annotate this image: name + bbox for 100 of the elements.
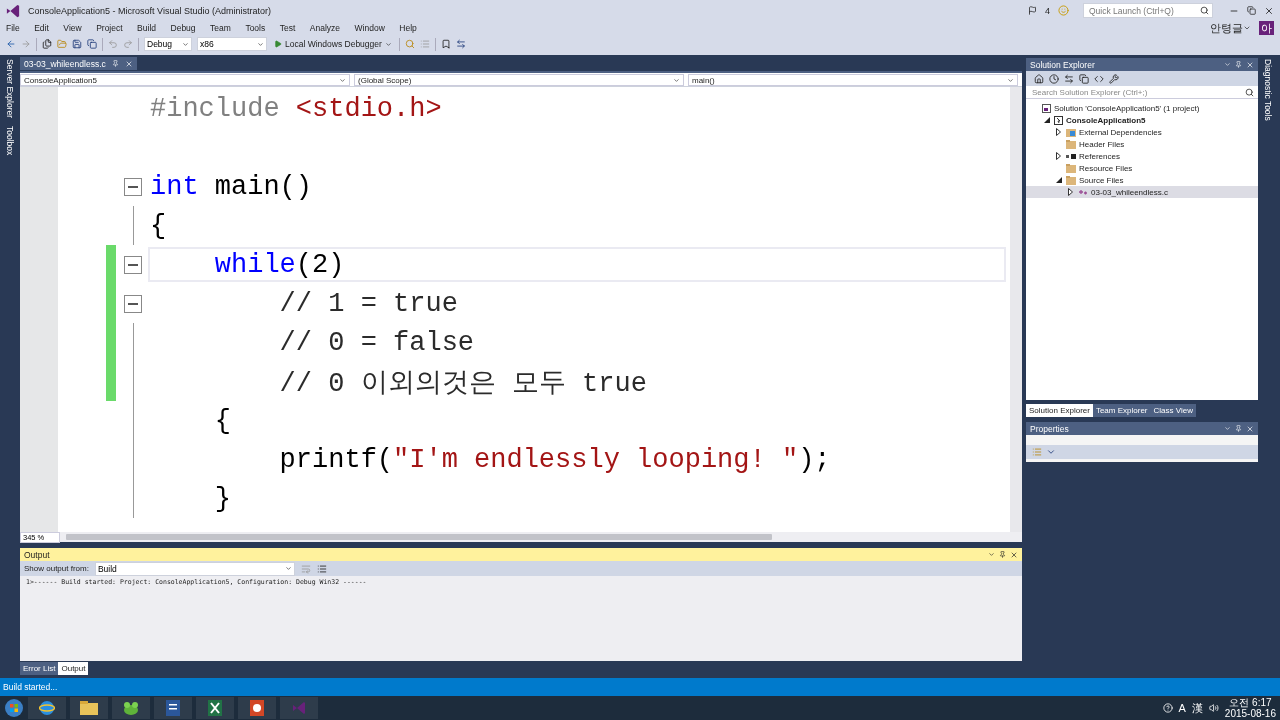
close-icon[interactable] — [1246, 424, 1254, 433]
save-all-icon[interactable] — [87, 39, 97, 49]
tree-item[interactable]: Header Files — [1026, 138, 1258, 150]
flag-icon[interactable] — [1028, 6, 1037, 15]
collapsed-arrow-icon[interactable] — [1056, 128, 1061, 136]
collapse-icon[interactable] — [124, 177, 142, 196]
taskbar-button[interactable] — [28, 697, 66, 719]
menu-item[interactable]: Help — [399, 23, 417, 33]
menu-item[interactable]: Window — [354, 23, 385, 33]
caret-icon[interactable] — [1224, 425, 1231, 432]
tree-item[interactable]: References — [1026, 150, 1258, 162]
user-name[interactable]: 안텽글 — [1210, 20, 1243, 36]
close-icon[interactable] — [124, 59, 133, 68]
search-icon[interactable] — [1245, 87, 1254, 97]
save-icon[interactable] — [72, 39, 82, 49]
menu-item[interactable]: Tools — [245, 23, 266, 33]
start-debugger-button[interactable]: Local Windows Debugger — [272, 39, 394, 49]
member-dropdown[interactable]: main() — [688, 74, 1018, 86]
notification-count[interactable]: 4 — [1045, 5, 1050, 16]
scrollbar[interactable] — [66, 534, 772, 540]
menu-item[interactable]: Test — [279, 23, 296, 33]
taskbar-button[interactable] — [70, 697, 108, 719]
caret-icon[interactable] — [384, 40, 392, 48]
start-orb-icon[interactable] — [4, 698, 24, 718]
home-icon[interactable] — [1034, 73, 1044, 84]
menu-item[interactable]: Analyze — [309, 23, 341, 33]
tree-item[interactable]: Source Files — [1026, 174, 1258, 186]
close-icon[interactable] — [1010, 550, 1018, 559]
menu-item[interactable]: Project — [96, 23, 123, 33]
ime-indicator[interactable]: A — [1178, 702, 1186, 714]
menu-item[interactable]: File — [6, 23, 20, 33]
volume-icon[interactable] — [1208, 703, 1219, 713]
copy-icon[interactable] — [1079, 73, 1089, 84]
wrench-icon[interactable] — [1109, 73, 1119, 84]
collapsed-arrow-icon[interactable] — [1056, 152, 1061, 160]
caret-icon[interactable] — [1224, 61, 1231, 68]
menu-item[interactable]: Build — [137, 23, 156, 33]
new-file-icon[interactable] — [42, 39, 52, 49]
taskbar-button[interactable] — [154, 697, 192, 719]
back-icon[interactable] — [6, 39, 16, 49]
platform-dropdown[interactable]: x86 — [197, 37, 267, 51]
code-file-icon — [1078, 187, 1088, 197]
collapse-icon[interactable] — [124, 255, 142, 274]
clear-icon[interactable] — [316, 563, 327, 574]
bookmark-icon[interactable] — [440, 39, 451, 49]
scope-dropdown[interactable]: (Global Scope) — [354, 74, 684, 86]
clock-icon[interactable] — [1049, 73, 1059, 84]
menu-item[interactable]: Debug — [170, 23, 196, 33]
scrollbar[interactable] — [1010, 87, 1022, 532]
tree-item[interactable]: 03-03_whileendless.c — [1026, 186, 1258, 198]
restore-icon[interactable] — [1247, 6, 1256, 15]
code-icon[interactable] — [1094, 73, 1104, 84]
panel-tab[interactable]: Output — [58, 661, 89, 675]
help-icon[interactable] — [1162, 703, 1173, 713]
caret-icon[interactable] — [284, 565, 292, 572]
panel-tab[interactable]: Error List — [20, 661, 59, 675]
caret-icon[interactable] — [339, 76, 346, 84]
pane-title: Solution Explorer — [1030, 59, 1095, 70]
tree-item[interactable]: Solution 'ConsoleApplication5' (1 project) — [1026, 102, 1258, 114]
taskbar-button[interactable] — [196, 697, 234, 719]
pin-icon[interactable] — [999, 551, 1006, 558]
taskbar-button[interactable] — [112, 697, 150, 719]
panel-tab[interactable]: Team Explorer — [1092, 403, 1151, 417]
caret-icon[interactable] — [988, 551, 995, 558]
tree-item[interactable]: External Dependencies — [1026, 126, 1258, 138]
menu-item[interactable]: Edit — [34, 23, 49, 33]
panel-tab[interactable]: Class View — [1150, 403, 1196, 417]
menu-item[interactable]: View — [63, 23, 82, 33]
side-tab[interactable]: Toolbox — [5, 126, 15, 156]
user-avatar[interactable]: 아 — [1259, 21, 1274, 35]
sync-icon[interactable] — [1064, 73, 1074, 84]
caret-icon[interactable] — [257, 40, 264, 48]
collapsed-arrow-icon[interactable] — [1068, 188, 1073, 196]
tree-item[interactable]: Resource Files — [1026, 162, 1258, 174]
ime-indicator[interactable]: 漢 — [1191, 700, 1203, 716]
code-line: { — [149, 209, 168, 243]
clock-time[interactable]: 오전 6:17 — [1229, 697, 1272, 708]
clock-date[interactable]: 2015-08-16 — [1224, 708, 1276, 719]
close-icon[interactable] — [1264, 5, 1274, 16]
caret-icon[interactable] — [1007, 76, 1014, 84]
project-dropdown[interactable]: ConsoleApplication5 — [20, 74, 350, 86]
side-tab[interactable]: Server Explorer — [5, 59, 15, 119]
tree-item[interactable]: ConsoleApplication5 — [1026, 114, 1258, 126]
expanded-arrow-icon[interactable] — [1055, 177, 1062, 183]
output-source-dropdown[interactable]: Build — [94, 561, 295, 576]
document-tab[interactable]: 03-03_whileendless.c — [20, 57, 137, 70]
configuration-dropdown[interactable]: Debug — [144, 37, 192, 51]
expanded-arrow-icon[interactable] — [1043, 117, 1050, 123]
arrows-icon[interactable] — [455, 39, 466, 49]
collapse-icon[interactable] — [124, 294, 142, 313]
caret-icon[interactable] — [182, 40, 189, 48]
side-tab[interactable]: Diagnostic Tools — [1263, 59, 1273, 121]
search-icon[interactable] — [1200, 6, 1209, 15]
menu-item[interactable]: Team — [210, 23, 231, 33]
close-icon[interactable] — [1246, 60, 1254, 69]
quick-launch-field[interactable]: Quick Launch (Ctrl+Q) — [1083, 3, 1213, 18]
taskbar-button[interactable] — [238, 697, 276, 719]
caret-icon[interactable] — [1243, 24, 1251, 32]
caret-icon[interactable] — [673, 76, 680, 84]
panel-tab[interactable]: Solution Explorer — [1026, 403, 1093, 417]
